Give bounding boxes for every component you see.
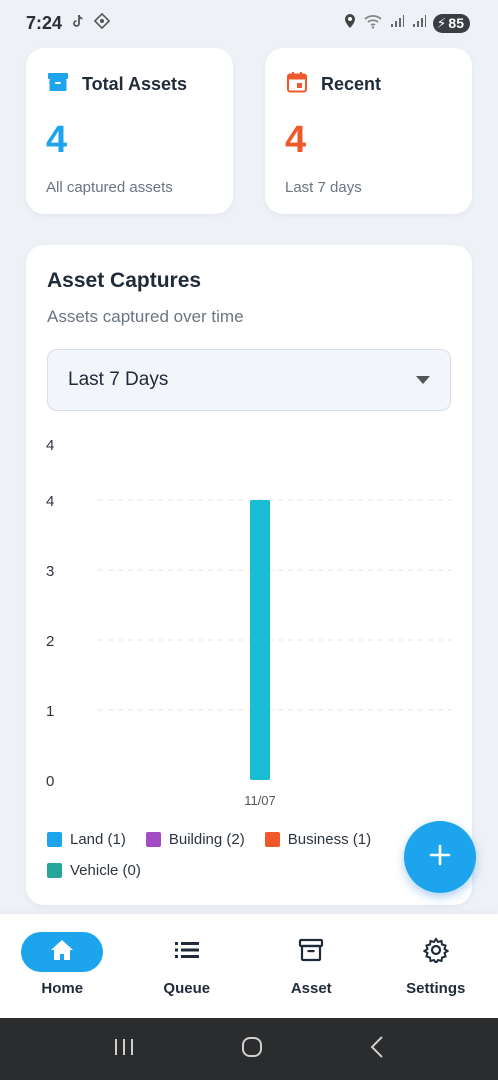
legend-swatch bbox=[145, 832, 161, 847]
archive-icon bbox=[46, 70, 70, 99]
legend-item: Business (1) bbox=[264, 831, 372, 848]
list-icon bbox=[174, 940, 200, 965]
x-tick-label: 11/07 bbox=[244, 793, 276, 808]
recent-assets-caption: Last 7 days bbox=[285, 179, 362, 196]
dropdown-arrow-icon bbox=[416, 371, 430, 389]
legend-swatch bbox=[47, 832, 62, 847]
total-assets-caption: All captured assets bbox=[46, 179, 173, 196]
nav-home[interactable]: Home bbox=[7, 932, 117, 997]
total-assets-value: 4 bbox=[46, 119, 68, 161]
status-bar: 7:24 ⚡ 85 bbox=[0, 0, 498, 46]
bolt-icon: ⚡ bbox=[436, 14, 447, 31]
asset-captures-card: Asset Captures Assets captured over time… bbox=[26, 245, 472, 905]
legend-label: Vehicle (0) bbox=[70, 862, 141, 879]
legend-label: Land (1) bbox=[70, 831, 126, 848]
recent-assets-card[interactable]: Recent 4 Last 7 days bbox=[265, 48, 472, 214]
legend-item: Building (2) bbox=[145, 831, 245, 848]
nav-label-queue: Queue bbox=[163, 980, 211, 997]
total-assets-card[interactable]: Total Assets 4 All captured assets bbox=[26, 48, 233, 214]
location-icon bbox=[343, 13, 357, 34]
nav-label-settings: Settings bbox=[406, 980, 466, 997]
back-icon[interactable] bbox=[369, 1035, 385, 1064]
y-tick-label: 2 bbox=[46, 633, 54, 650]
tiktok-icon bbox=[70, 13, 86, 34]
legend-swatch bbox=[47, 863, 62, 878]
recent-assets-title: Recent bbox=[321, 74, 382, 94]
status-time: 7:24 bbox=[26, 12, 63, 33]
add-asset-button[interactable] bbox=[404, 821, 476, 893]
nav-label-home: Home bbox=[41, 980, 84, 997]
y-tick-label: 4 bbox=[46, 437, 54, 454]
y-tick-label: 4 bbox=[46, 493, 54, 510]
captures-chart: 0 1 2 3 4 4 11/07 bbox=[46, 437, 452, 808]
chart-title: Asset Captures bbox=[47, 269, 202, 292]
system-nav-bar bbox=[0, 1018, 498, 1080]
wifi-icon bbox=[363, 13, 383, 34]
y-tick-label: 1 bbox=[46, 703, 54, 720]
legend-item: Land (1) bbox=[47, 831, 126, 848]
battery-level: 85 bbox=[448, 15, 464, 31]
date-range-select[interactable]: Last 7 Days bbox=[47, 349, 451, 411]
nav-label-asset: Asset bbox=[290, 980, 332, 997]
nav-queue[interactable]: Queue bbox=[132, 932, 242, 997]
legend-label: Business (1) bbox=[287, 831, 372, 848]
app-diamond-icon bbox=[93, 12, 111, 34]
signal-icon bbox=[389, 13, 405, 34]
y-tick-label: 0 bbox=[46, 773, 54, 790]
bottom-nav: Home Queue Asset Settings bbox=[0, 914, 498, 1018]
calendar-icon bbox=[285, 70, 309, 99]
archive-outline-icon bbox=[298, 937, 324, 968]
chart-subtitle: Assets captured over time bbox=[47, 307, 244, 326]
recent-assets-value: 4 bbox=[285, 119, 307, 161]
chart-bar[interactable] bbox=[250, 500, 270, 780]
gear-icon bbox=[422, 936, 450, 968]
nav-settings[interactable]: Settings bbox=[381, 932, 491, 997]
legend-label: Building (2) bbox=[168, 831, 245, 848]
legend-item: Vehicle (0) bbox=[47, 862, 141, 879]
nav-asset[interactable]: Asset bbox=[256, 932, 366, 997]
date-range-value: Last 7 Days bbox=[68, 369, 169, 390]
recent-apps-icon[interactable] bbox=[113, 1037, 135, 1062]
legend-row: Land (1) Building (2) Business (1) bbox=[47, 831, 427, 848]
legend-swatch bbox=[264, 832, 280, 847]
y-tick-label: 3 bbox=[46, 563, 54, 580]
legend-row: Vehicle (0) bbox=[47, 862, 427, 879]
system-home-icon[interactable] bbox=[240, 1035, 264, 1064]
signal-icon-2 bbox=[411, 13, 427, 34]
battery-indicator: ⚡ 85 bbox=[432, 13, 470, 33]
chart-legend: Land (1) Building (2) Business (1) Vehicle … bbox=[47, 831, 427, 893]
plus-icon bbox=[429, 844, 451, 871]
home-icon bbox=[49, 938, 75, 967]
total-assets-title: Total Assets bbox=[82, 74, 188, 94]
